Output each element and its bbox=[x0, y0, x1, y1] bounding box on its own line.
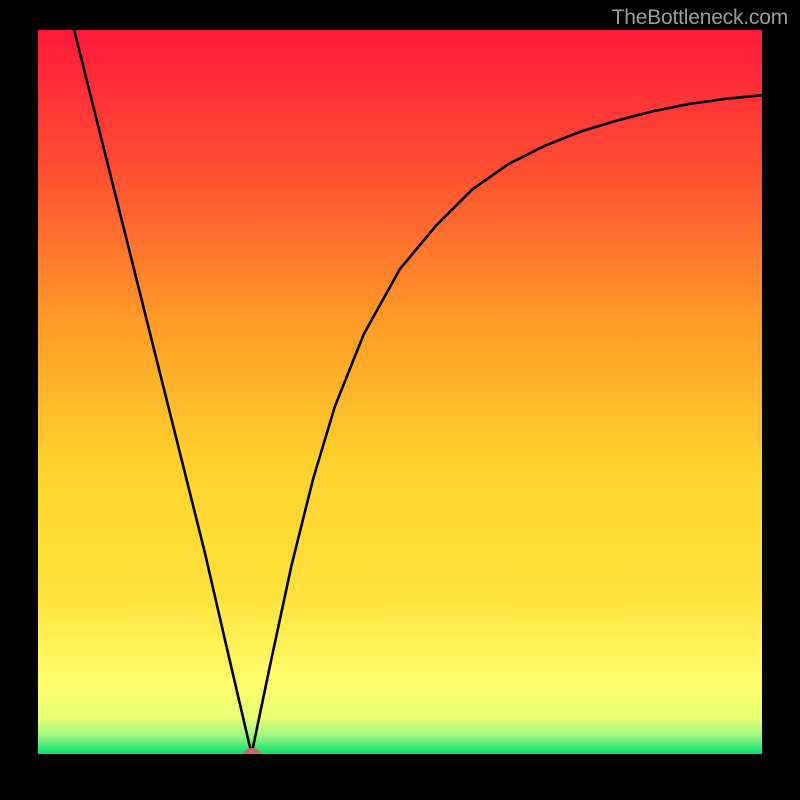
watermark-text: TheBottleneck.com bbox=[612, 6, 788, 30]
plot-area bbox=[38, 30, 762, 754]
bottleneck-curve bbox=[38, 30, 762, 754]
chart-container: TheBottleneck.com bbox=[0, 0, 800, 800]
minimum-marker bbox=[243, 748, 261, 754]
